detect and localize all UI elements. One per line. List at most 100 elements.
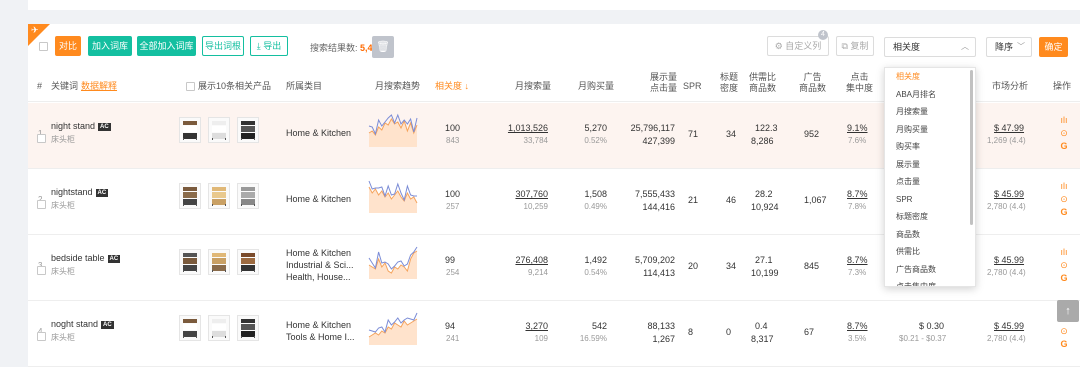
bar-chart-icon[interactable]: ılı — [1056, 114, 1072, 127]
sort-option[interactable]: 供需比 — [885, 243, 975, 261]
sort-option[interactable]: SPR — [885, 191, 975, 209]
sort-option[interactable]: 月搜索量 — [885, 103, 975, 121]
market-price[interactable]: $ 45.99 — [994, 189, 1024, 199]
gear-icon: ⚙ — [774, 41, 786, 51]
category-line[interactable]: Tools & Home I... — [286, 331, 355, 343]
select-all-checkbox[interactable] — [39, 42, 48, 51]
sort-option[interactable]: 展示量 — [885, 156, 975, 174]
copy-button[interactable]: ⧉ 复制 — [836, 36, 874, 56]
export-roots-button[interactable]: 导出词根 — [202, 36, 244, 56]
keyword-cell[interactable]: night stand AC — [51, 121, 111, 131]
sort-option[interactable]: 标题密度 — [885, 208, 975, 226]
confirm-button[interactable]: 确定 — [1039, 37, 1068, 57]
header-relevance[interactable]: 相关度 ↓ — [435, 81, 469, 92]
keyword-text[interactable]: night stand — [51, 121, 95, 131]
category-line: Home & Kitchen — [286, 320, 352, 330]
compare-button[interactable]: 对比 — [55, 36, 81, 56]
back-to-top-button[interactable]: ↑ — [1057, 300, 1079, 322]
trend-sparkline[interactable] — [368, 245, 418, 281]
google-icon[interactable]: G — [1056, 206, 1072, 219]
product-thumbnail[interactable] — [208, 249, 230, 275]
sort-option[interactable]: 点击集中度 — [885, 278, 975, 286]
sort-option[interactable]: 相关度 — [885, 68, 975, 86]
thumb-top — [183, 121, 197, 125]
monthly-search-value[interactable]: 276,408 — [515, 255, 548, 265]
product-thumbnail[interactable] — [179, 183, 201, 209]
sort-option[interactable]: 广告商品数 — [885, 261, 975, 279]
sort-option[interactable]: ABA月排名 — [885, 86, 975, 104]
click-concentration-value[interactable]: 8.7% — [847, 189, 868, 199]
thumb-top — [183, 253, 197, 257]
more-icon[interactable]: ⊙ — [1056, 193, 1072, 206]
keyword-cell[interactable]: bedside table AC — [51, 253, 121, 263]
market-price[interactable]: $ 45.99 — [994, 255, 1024, 265]
product-thumbnail[interactable] — [208, 183, 230, 209]
click-concentration-value[interactable]: 9.1% — [847, 123, 868, 133]
product-thumbnail[interactable] — [179, 117, 201, 143]
more-icon[interactable]: ⊙ — [1056, 127, 1072, 140]
trend-sparkline[interactable] — [368, 179, 418, 215]
delete-button[interactable]: 🗑 — [372, 36, 394, 58]
ppc-bid: $ 0.30 — [919, 321, 945, 331]
keyword-text[interactable]: bedside table — [51, 253, 105, 263]
click-concentration-value[interactable]: 8.7% — [847, 321, 868, 331]
more-icon[interactable]: ⊙ — [1056, 259, 1072, 272]
data-explain-link[interactable]: 数据解释 — [81, 81, 117, 92]
google-icon[interactable]: G — [1056, 140, 1072, 153]
product-thumbnail[interactable] — [237, 315, 259, 341]
keyword-text[interactable]: noght stand — [51, 319, 98, 329]
header-ad-products: 广告 商品数 — [799, 72, 826, 94]
category-line: Home & Kitchen — [286, 128, 352, 138]
product-thumbnail[interactable] — [237, 249, 259, 275]
header-click-concentration-line1: 点击 — [850, 72, 869, 82]
product-count: 10,924 — [751, 202, 779, 212]
relevance-value: 100 — [445, 123, 461, 133]
keyword-cell[interactable]: nightstand AC — [51, 187, 109, 197]
bar-chart-icon[interactable]: ılı — [1056, 180, 1072, 193]
header-relevance-label: 相关度 — [435, 81, 463, 91]
sort-order-select[interactable]: 降序 ﹀ — [986, 37, 1032, 57]
add-all-button[interactable]: 全部加入词库 — [137, 36, 196, 56]
dropdown-scrollbar[interactable] — [970, 70, 973, 225]
google-icon[interactable]: G — [1056, 338, 1072, 351]
product-thumbnail[interactable] — [179, 249, 201, 275]
row-checkbox[interactable] — [37, 266, 46, 275]
row-checkbox[interactable] — [37, 200, 46, 209]
sort-option[interactable]: 月购买量 — [885, 121, 975, 139]
market-price[interactable]: $ 45.99 — [994, 321, 1024, 331]
sort-option[interactable]: 购买率 — [885, 138, 975, 156]
monthly-search-value[interactable]: 1,013,526 — [508, 123, 548, 133]
category-line[interactable]: Industrial & Sci... — [286, 259, 354, 271]
market-price[interactable]: $ 47.99 — [994, 123, 1024, 133]
more-icon[interactable]: ⊙ — [1056, 325, 1072, 338]
relevance-value: 100 — [445, 189, 461, 199]
product-thumbnail[interactable] — [179, 315, 201, 341]
product-thumbnail[interactable] — [208, 315, 230, 341]
row-checkbox[interactable] — [37, 134, 46, 143]
sort-option[interactable]: 商品数 — [885, 226, 975, 244]
bar-chart-icon[interactable]: ılı — [1056, 246, 1072, 259]
sort-field-select[interactable]: 相关度 ︿ — [884, 37, 976, 57]
export-button[interactable]: ⤓ 导出 — [250, 36, 288, 56]
keyword-text[interactable]: nightstand — [51, 187, 93, 197]
product-thumbnail[interactable] — [237, 117, 259, 143]
keyword-cell[interactable]: noght stand AC — [51, 319, 114, 329]
category-line[interactable]: Health, House... — [286, 271, 354, 283]
sort-option[interactable]: 点击量 — [885, 173, 975, 191]
trend-sparkline[interactable] — [368, 113, 418, 149]
thumb-top — [212, 187, 226, 191]
clicks-value: 144,416 — [642, 202, 675, 212]
product-thumbnail[interactable] — [208, 117, 230, 143]
show-products-checkbox[interactable] — [186, 82, 195, 91]
google-icon[interactable]: G — [1056, 272, 1072, 285]
monthly-search-value[interactable]: 3,270 — [525, 321, 548, 331]
thumb-legs — [212, 138, 226, 140]
row-checkbox[interactable] — [37, 332, 46, 341]
add-library-button[interactable]: 加入词库 — [88, 36, 132, 56]
thumb-top — [183, 319, 197, 323]
trend-sparkline[interactable] — [368, 311, 418, 347]
click-concentration-value[interactable]: 8.7% — [847, 255, 868, 265]
monthly-search-value[interactable]: 307,760 — [515, 189, 548, 199]
monthly-buy-value: 5,270 — [584, 123, 607, 133]
product-thumbnail[interactable] — [237, 183, 259, 209]
